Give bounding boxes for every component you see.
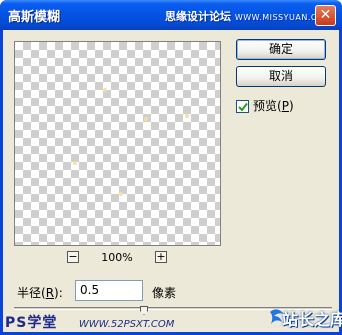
title-bar[interactable]: 高斯模糊 思缘设计论坛 WWW.MISSYUAN.COM ✕ — [0, 0, 342, 30]
cancel-button[interactable]: 取消 — [236, 66, 326, 87]
preview-speck — [103, 88, 107, 92]
preview-speck — [144, 117, 148, 121]
preview-label: 预览(P) — [253, 100, 294, 113]
checkmark-icon — [238, 102, 248, 112]
preview-label-text: 预览( — [253, 99, 282, 113]
radius-hotkey: R — [45, 286, 55, 300]
preview-speck — [185, 114, 189, 118]
zoom-in-button[interactable]: + — [155, 251, 167, 263]
watermark-ps-site: WWW.52PSXT.COM — [78, 319, 175, 330]
radius-label: 半径(R): — [17, 284, 63, 301]
zoom-out-button[interactable]: − — [67, 251, 79, 263]
ok-button[interactable]: 确定 — [236, 39, 326, 60]
dialog-body: − 100% + 确定 取消 预览(P) 半径(R): 0.5 像素 — [3, 30, 339, 332]
radius-row: 半径(R): 0.5 像素 — [17, 280, 217, 302]
radius-input[interactable]: 0.5 — [75, 280, 143, 301]
watermark-logo-text: 站长之库 — [282, 310, 342, 329]
radius-unit: 像素 — [152, 286, 177, 300]
watermark-bottom-left: PS学堂 WWW.52PSXT.COM — [5, 312, 174, 332]
watermark-top-cn: 思缘设计论坛 — [165, 10, 231, 23]
watermark-bottom-right: 站长之库 — [268, 304, 342, 332]
minus-icon: − — [68, 250, 78, 263]
gaussian-blur-dialog: 高斯模糊 思缘设计论坛 WWW.MISSYUAN.COM ✕ − 100% + … — [0, 0, 342, 335]
radius-label-text: 半径( — [17, 286, 46, 300]
preview-speck — [73, 161, 77, 165]
preview-checkbox[interactable] — [236, 100, 249, 113]
preview-speck — [119, 192, 123, 196]
preview-canvas[interactable] — [14, 41, 221, 246]
plus-icon: + — [156, 250, 166, 263]
radius-label-end: ): — [54, 286, 63, 300]
watermark-top: 思缘设计论坛 WWW.MISSYUAN.COM — [165, 8, 331, 24]
zoom-controls: − 100% + — [67, 251, 177, 265]
zoom-level: 100% — [101, 251, 133, 264]
close-button[interactable]: ✕ — [315, 5, 336, 26]
preview-label-end: ) — [288, 99, 294, 113]
watermark-ps-text: PS学堂 — [5, 315, 58, 331]
dialog-title: 高斯模糊 — [8, 10, 61, 25]
preview-hotkey: P — [281, 99, 289, 113]
close-icon: ✕ — [319, 7, 332, 23]
